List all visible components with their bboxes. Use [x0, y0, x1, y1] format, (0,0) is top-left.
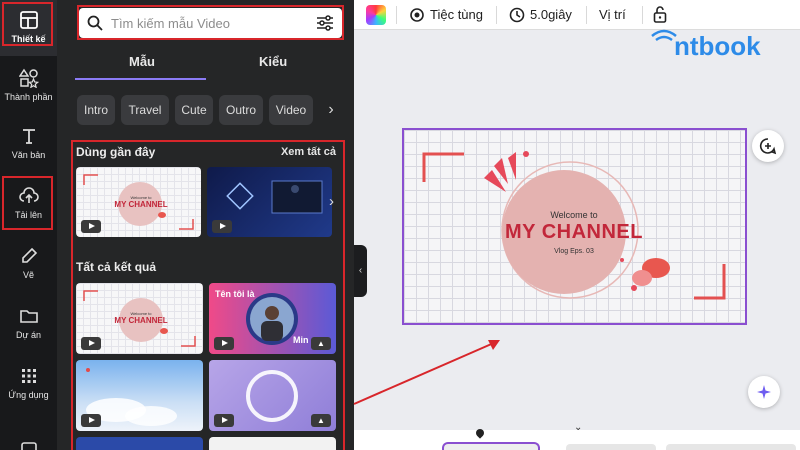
highlight-search: [77, 5, 344, 40]
video-badge-icon: [214, 337, 234, 350]
template-thumb[interactable]: [209, 437, 336, 450]
folder-icon: [19, 310, 38, 323]
tab-styles[interactable]: Kiểu: [259, 54, 287, 69]
chevron-right-icon[interactable]: ›: [329, 193, 334, 210]
rail-item-more[interactable]: [0, 426, 57, 450]
color-picker-icon[interactable]: [366, 5, 386, 25]
timeline-clip-selected[interactable]: [442, 442, 540, 450]
premium-badge-icon: ▲: [311, 337, 331, 350]
template-thumb[interactable]: Welcome to MY CHANNEL: [76, 283, 203, 354]
video-badge-icon: [81, 220, 101, 233]
design-canvas[interactable]: Welcome to MY CHANNEL Vlog Eps. 03: [402, 128, 747, 325]
apps-grid-icon: [21, 369, 36, 383]
rail-item-label: Thành phần: [4, 92, 53, 102]
rail-item-text[interactable]: Văn bản: [0, 116, 57, 172]
template-thumb[interactable]: Welcome to MY CHANNEL: [76, 167, 201, 237]
see-all-link[interactable]: Xem tất cả: [281, 146, 336, 158]
rail-item-elements[interactable]: Thành phần: [0, 58, 57, 114]
canvas-subtitle[interactable]: Vlog Eps. 03: [514, 248, 634, 255]
animation-icon: [410, 8, 424, 22]
rail-item-projects[interactable]: Dự án: [0, 296, 57, 352]
chevron-right-icon: ›: [328, 101, 334, 118]
canvas-title[interactable]: MY CHANNEL: [494, 221, 654, 244]
collapse-panel-button[interactable]: ‹: [354, 245, 367, 297]
editor-toolbar: Tiệc tùng 5.0giây Vị trí: [354, 0, 800, 30]
section-title-recent: Dùng gần đây: [76, 145, 156, 159]
magic-button[interactable]: [748, 376, 780, 408]
rail-item-draw[interactable]: Vẽ: [0, 236, 57, 292]
divider: [586, 6, 587, 24]
video-badge-icon: [81, 337, 101, 350]
chip-travel[interactable]: Travel: [121, 95, 169, 125]
template-thumb[interactable]: Tên tôi là Min ▲: [209, 283, 336, 354]
chip-outro[interactable]: Outro: [219, 95, 263, 125]
chip-video[interactable]: Video: [269, 95, 313, 125]
timeline-clip[interactable]: [566, 444, 656, 450]
thumb-name-partial: Min: [293, 335, 309, 345]
rail-item-label: Dự án: [15, 330, 42, 340]
chip-cute[interactable]: Cute: [175, 95, 213, 125]
clock-icon: [509, 7, 525, 23]
video-badge-icon: [214, 414, 234, 427]
divider: [396, 6, 397, 24]
text-icon: [22, 129, 35, 144]
template-thumb[interactable]: ▲: [209, 360, 336, 431]
template-thumb[interactable]: [76, 437, 203, 450]
shapes-icon: [18, 68, 39, 88]
chips-next-button[interactable]: ›: [320, 95, 342, 125]
rail-item-apps[interactable]: Ứng dụng: [0, 356, 57, 412]
chip-intro[interactable]: Intro: [77, 95, 115, 125]
thumb-name-label: Tên tôi là: [215, 289, 255, 299]
position-button[interactable]: Vị trí: [599, 7, 626, 22]
chevron-left-icon: ‹: [358, 265, 363, 276]
video-badge-icon: [81, 414, 101, 427]
duration-button[interactable]: 5.0giây: [530, 7, 572, 22]
sparkle-icon: [757, 385, 771, 399]
divider: [496, 6, 497, 24]
premium-badge-icon: ▲: [311, 414, 331, 427]
active-tab-indicator: [75, 78, 206, 80]
playhead-icon[interactable]: [474, 427, 486, 439]
comment-add-icon: [759, 138, 777, 155]
comment-button[interactable]: [752, 130, 784, 162]
annotation-arrow: [353, 340, 500, 405]
template-thumb[interactable]: [76, 360, 203, 431]
template-thumb[interactable]: [207, 167, 332, 237]
highlight-design-tab: [2, 2, 53, 46]
animation-button[interactable]: Tiệc tùng: [430, 7, 483, 22]
rail-item-label: Vẽ: [22, 270, 34, 280]
timeline-strip: ⌄: [354, 422, 800, 450]
timeline-clip[interactable]: [666, 444, 796, 450]
lock-icon[interactable]: [653, 5, 667, 23]
divider: [642, 6, 643, 24]
pen-icon: [21, 247, 37, 263]
rail-item-label: Văn bản: [11, 150, 46, 160]
video-badge-icon: [212, 220, 232, 233]
thumb-title: MY CHANNEL: [114, 316, 168, 325]
rail-item-label: Ứng dụng: [8, 390, 49, 400]
brand-watermark: ntbook: [674, 31, 761, 61]
templates-panel: Mẫu Kiểu Intro Travel Cute Outro Video ›…: [57, 0, 354, 450]
image-icon: [20, 442, 37, 450]
chevron-down-icon[interactable]: ⌄: [574, 422, 582, 433]
thumb-title: MY CHANNEL: [114, 200, 168, 209]
section-title-results: Tất cả kết quả: [76, 260, 157, 274]
canvas-welcome-text[interactable]: Welcome to: [514, 210, 634, 220]
highlight-upload-tab: [2, 176, 53, 230]
tab-templates[interactable]: Mẫu: [129, 54, 155, 69]
